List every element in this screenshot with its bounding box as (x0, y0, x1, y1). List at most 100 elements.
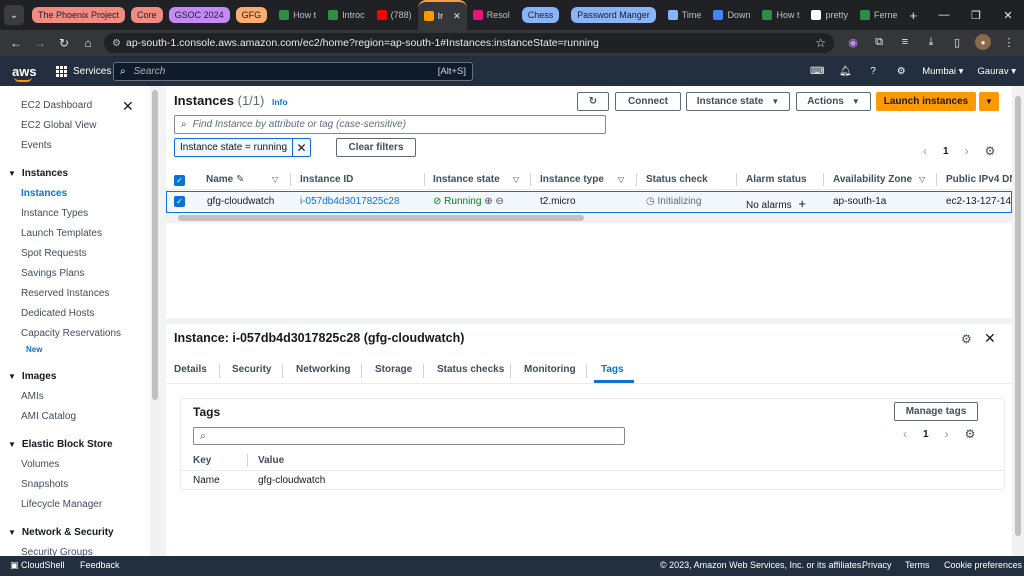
close-panel-icon[interactable]: ✕ (984, 330, 996, 347)
tab-monitoring[interactable]: Monitoring (524, 364, 576, 375)
account-menu[interactable]: Gaurav ▾ (977, 66, 1016, 77)
tab-security[interactable]: Security (232, 364, 271, 375)
cell-instance-id[interactable]: i-057db4d3017825c28 (300, 196, 400, 207)
reload-icon[interactable]: ↻ (52, 36, 76, 50)
terms-link[interactable]: Terms (905, 560, 930, 570)
cloudshell-icon[interactable]: ⌨ (810, 64, 824, 78)
table-row[interactable]: ✓ gfg-cloudwatch i-057db4d3017825c28 ⊘ R… (166, 191, 1012, 213)
browser-tab[interactable]: Introc (322, 0, 371, 30)
instance-state-button[interactable]: Instance state ▼ (686, 92, 790, 111)
browser-tab[interactable]: Ir ✕ (417, 0, 467, 30)
sidebar-item-reserved-instances[interactable]: Reserved Instances (21, 288, 109, 299)
browser-menu-icon[interactable]: ⋮ (1001, 34, 1017, 50)
tab-group-core[interactable]: Core (131, 7, 163, 23)
services-menu[interactable]: Services (56, 65, 111, 77)
scrollbar-thumb[interactable] (152, 90, 158, 400)
privacy-link[interactable]: Privacy (862, 560, 892, 570)
browser-tab[interactable]: (788) (371, 0, 418, 30)
extension-circle-icon[interactable]: ◉ (845, 34, 861, 50)
forward-icon[interactable]: → (28, 36, 52, 50)
sidebar-item-volumes[interactable]: Volumes (21, 459, 59, 470)
table-settings-icon[interactable]: ⚙ (985, 144, 996, 158)
back-icon[interactable]: ← (4, 36, 28, 50)
tags-settings-icon[interactable]: ⚙ (965, 427, 976, 441)
col-name[interactable]: Name ✎ ▽ (206, 174, 278, 185)
close-window-icon[interactable]: ✕ (992, 9, 1024, 22)
scrollbar-thumb[interactable] (178, 215, 584, 221)
sidebar-scrollbar[interactable] (150, 86, 160, 556)
sidebar-item-dedicated-hosts[interactable]: Dedicated Hosts (21, 308, 94, 319)
site-info-icon[interactable]: ⚙ (112, 38, 126, 49)
browser-tab[interactable]: Ferne (854, 0, 904, 30)
sidebar-item-ami-catalog[interactable]: AMI Catalog (21, 411, 76, 422)
notifications-bell-icon[interactable]: 🔔︎ (838, 64, 852, 78)
tab-group-chip[interactable]: Password Manger (571, 7, 656, 23)
sidebar-item-lifecycle-manager[interactable]: Lifecycle Manager (21, 499, 102, 510)
new-tab-icon[interactable]: + (910, 8, 918, 23)
tab-networking[interactable]: Networking (296, 364, 350, 375)
col-status-check[interactable]: Status check (646, 174, 708, 185)
add-alarm-icon[interactable]: + (798, 196, 806, 211)
zoom-in-icon[interactable]: ⊕ (484, 196, 492, 207)
browser-tab[interactable]: How t (756, 0, 805, 30)
sidebar-section-ebs[interactable]: ▼ Elastic Block Store (8, 439, 113, 450)
col-instance-type[interactable]: Instance type ▽ (540, 174, 624, 185)
info-link[interactable]: Info (272, 97, 288, 107)
tab-group-chip[interactable]: Chess (521, 7, 560, 23)
sidebar-item-security-groups[interactable]: Security Groups (21, 547, 93, 556)
main-scrollbar[interactable] (1012, 86, 1024, 556)
feedback-link[interactable]: Feedback (80, 560, 120, 570)
prev-page-icon[interactable]: ‹ (903, 427, 907, 441)
tag-search-input[interactable]: ⌕ (193, 427, 625, 445)
tab-storage[interactable]: Storage (375, 364, 412, 375)
launch-instances-button[interactable]: Launch instances (876, 92, 976, 111)
sidebar-item-snapshots[interactable]: Snapshots (21, 479, 68, 490)
launch-dropdown-button[interactable]: ▼ (979, 92, 999, 111)
region-selector[interactable]: Mumbai ▾ (922, 66, 963, 77)
next-page-icon[interactable]: › (945, 427, 949, 441)
table-horizontal-scrollbar[interactable] (166, 213, 1012, 223)
browser-tab[interactable]: pretty (805, 0, 854, 30)
next-page-icon[interactable]: › (965, 144, 969, 158)
sidebar-item-amis[interactable]: AMIs (21, 391, 44, 402)
home-icon[interactable]: ⌂ (76, 36, 100, 50)
close-tab-icon[interactable]: ✕ (453, 11, 461, 22)
manage-tags-button[interactable]: Manage tags (894, 402, 978, 421)
sidebar-item-ec2-global-view[interactable]: EC2 Global View (21, 120, 96, 131)
sidebar-item-savings-plans[interactable]: Savings Plans (21, 268, 84, 279)
tab-group-gfg[interactable]: GFG (235, 7, 268, 23)
help-icon[interactable]: ? (866, 64, 880, 78)
browser-tab[interactable]: Chess (516, 0, 566, 30)
col-availability-zone[interactable]: Availability Zone ▽ (833, 174, 925, 185)
instance-filter-input[interactable]: ⌕ Find Instance by attribute or tag (cas… (174, 115, 606, 134)
aws-logo[interactable]: aws (12, 64, 42, 82)
col-alarm-status[interactable]: Alarm status (746, 174, 807, 185)
download-icon[interactable]: ⤓ (923, 34, 939, 50)
close-sidebar-icon[interactable]: ✕ (122, 98, 134, 115)
tab-search-icon[interactable]: ⌄ (4, 5, 24, 25)
sidebar-section-network-security[interactable]: ▼ Network & Security (8, 527, 114, 538)
sidebar-item-spot-requests[interactable]: Spot Requests (21, 248, 87, 259)
page-number[interactable]: 1 (943, 146, 949, 157)
profile-avatar[interactable]: ● (975, 34, 991, 50)
url-bar[interactable]: ⚙ ap-south-1.console.aws.amazon.com/ec2/… (104, 33, 834, 53)
bookmark-star-icon[interactable]: ☆ (815, 36, 826, 50)
sidebar-section-instances[interactable]: ▼ Instances (8, 168, 68, 179)
panel-settings-icon[interactable]: ⚙ (961, 332, 972, 346)
sidebar-item-events[interactable]: Events (21, 140, 52, 151)
browser-tab[interactable]: Time (662, 0, 708, 30)
tab-group-phoenix[interactable]: The Phoenix Project (32, 7, 126, 23)
col-instance-state[interactable]: Instance state ▽ (433, 174, 519, 185)
scrollbar-thumb[interactable] (1015, 96, 1021, 536)
cookie-preferences-link[interactable]: Cookie preferences (944, 560, 1022, 570)
tab-tags[interactable]: Tags (601, 364, 624, 375)
connect-button[interactable]: Connect (615, 92, 681, 111)
select-all-checkbox[interactable]: ✓ (174, 175, 185, 186)
browser-tab[interactable]: Password Manger (565, 0, 662, 30)
tab-status-checks[interactable]: Status checks (437, 364, 504, 375)
side-panel-icon[interactable]: ▯ (949, 34, 965, 50)
page-number[interactable]: 1 (923, 429, 929, 440)
refresh-button[interactable]: ↻ (577, 92, 609, 111)
aws-search-input[interactable]: ⌕ Search [Alt+S] (113, 62, 473, 81)
sidebar-item-instance-types[interactable]: Instance Types (21, 208, 88, 219)
